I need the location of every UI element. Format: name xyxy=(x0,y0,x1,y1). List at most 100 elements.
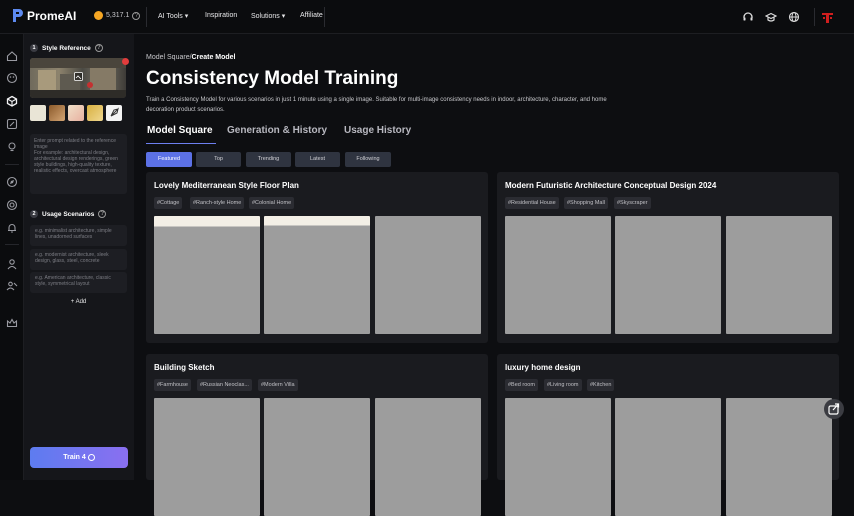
crown-icon[interactable] xyxy=(6,317,18,329)
step-number: 1 xyxy=(30,44,38,52)
model-tag[interactable]: #Shopping Mall xyxy=(564,197,608,209)
add-scenario-button[interactable]: + Add xyxy=(30,294,127,310)
model-card[interactable]: luxury home design #Bed room #Living roo… xyxy=(497,354,839,516)
headset-icon[interactable] xyxy=(742,11,754,23)
usage-scenarios-title: Usage Scenarios xyxy=(42,210,95,218)
divider xyxy=(814,8,815,26)
model-card[interactable]: Lovely Mediterranean Style Floor Plan #C… xyxy=(146,172,488,343)
model-tag[interactable]: #Ranch-style Home xyxy=(190,197,245,209)
model-preview-image[interactable] xyxy=(726,216,832,334)
filter-trending[interactable]: Trending xyxy=(246,152,291,167)
model-card[interactable]: Modern Futuristic Architecture Conceptua… xyxy=(497,172,839,343)
scenario-input[interactable]: e.g. modernist architecture, sleek desig… xyxy=(30,249,127,270)
filter-latest[interactable]: Latest xyxy=(295,152,340,167)
page-description: Train a Consistency Model for various sc… xyxy=(146,97,607,113)
filter-featured[interactable]: Featured xyxy=(146,152,192,167)
breadcrumb: Model Square/Create Model xyxy=(146,54,236,61)
lightbulb-icon[interactable] xyxy=(6,141,18,153)
image-edit-icon[interactable] xyxy=(6,118,18,130)
model-tag[interactable]: #Living room xyxy=(544,379,582,391)
bell-icon[interactable] xyxy=(6,222,18,234)
help-icon[interactable]: ? xyxy=(98,210,107,218)
model-preview-image[interactable] xyxy=(726,398,832,516)
model-preview-image[interactable] xyxy=(264,216,370,334)
compass-icon[interactable] xyxy=(6,176,18,188)
scenario-input[interactable]: e.g. minimalist architecture, simple lin… xyxy=(30,225,127,246)
filter-following[interactable]: Following xyxy=(345,152,391,167)
style-reference-title: Style Reference xyxy=(42,44,91,52)
model-preview-image[interactable] xyxy=(505,398,611,516)
coin-icon xyxy=(87,453,95,461)
model-tag[interactable]: #Farmhouse xyxy=(154,379,191,391)
model-preview-image[interactable] xyxy=(154,398,260,516)
share-button[interactable] xyxy=(824,399,844,419)
tab-generation-history[interactable]: Generation & History xyxy=(227,125,327,136)
help-icon[interactable]: ? xyxy=(132,11,141,20)
scenario-input[interactable]: e.g. American architecture, classic styl… xyxy=(30,272,127,293)
icon-rail xyxy=(0,34,24,480)
breadcrumb-parent[interactable]: Model Square xyxy=(146,54,190,61)
model-tag[interactable]: #Skyscraper xyxy=(614,197,651,209)
rocket-icon xyxy=(110,107,119,117)
style-thumbnail[interactable] xyxy=(49,105,65,121)
model-tag[interactable]: #Russian Neoclas... xyxy=(197,379,252,391)
share-icon xyxy=(828,403,840,415)
nav-solutions[interactable]: Solutions ▾ xyxy=(251,12,285,20)
users-icon[interactable] xyxy=(6,280,18,292)
cube-icon[interactable] xyxy=(6,95,18,107)
user-avatar-icon[interactable] xyxy=(821,11,834,24)
nav-affiliate[interactable]: Affiliate xyxy=(300,12,323,19)
app-name: PromeAI xyxy=(27,8,77,23)
nav-inspiration[interactable]: Inspiration xyxy=(205,12,237,19)
active-tab-indicator xyxy=(146,143,216,144)
model-preview-image[interactable] xyxy=(375,398,481,516)
model-card[interactable]: Building Sketch #Farmhouse #Russian Neoc… xyxy=(146,354,488,516)
remove-image-icon[interactable] xyxy=(122,58,129,65)
model-tag[interactable]: #Bed room xyxy=(505,379,538,391)
model-tag[interactable]: #Colonial Home xyxy=(249,197,295,209)
model-tag[interactable]: #Residential House xyxy=(505,197,559,209)
page-title: Consistency Model Training xyxy=(146,68,399,89)
model-tag[interactable]: #Kitchen xyxy=(587,379,615,391)
graduation-cap-icon[interactable] xyxy=(765,11,777,23)
style-thumbnail[interactable] xyxy=(106,105,122,121)
model-preview-image[interactable] xyxy=(375,216,481,334)
divider xyxy=(5,244,19,245)
style-thumbnail[interactable] xyxy=(87,105,103,121)
model-card-title: luxury home design xyxy=(505,363,581,372)
home-icon[interactable] xyxy=(6,50,18,62)
divider xyxy=(324,7,325,27)
replace-image-icon[interactable] xyxy=(74,72,83,81)
train-button[interactable]: Train 4 xyxy=(30,447,128,468)
style-thumbnail[interactable] xyxy=(68,105,84,121)
model-tag[interactable]: #Modern Villa xyxy=(258,379,298,391)
tab-usage-history[interactable]: Usage History xyxy=(344,125,411,136)
style-reference-header: 1 Style Reference ? xyxy=(30,44,103,52)
logo[interactable]: PromeAI xyxy=(12,8,76,23)
credits-value: 5,317.1 xyxy=(106,12,130,19)
nav-ai-tools[interactable]: AI Tools ▾ xyxy=(158,12,188,20)
globe-icon[interactable] xyxy=(788,11,800,23)
person-icon[interactable] xyxy=(6,258,18,270)
credits-balance[interactable]: 5,317.1 ? xyxy=(94,11,141,20)
top-bar: PromeAI 5,317.1 ? AI Tools ▾ Inspiration… xyxy=(0,0,854,34)
breadcrumb-current: Create Model xyxy=(191,54,236,61)
model-preview-image[interactable] xyxy=(615,216,721,334)
model-card-title: Building Sketch xyxy=(154,363,215,372)
promeai-logo-icon xyxy=(13,9,23,22)
style-reference-image[interactable] xyxy=(30,58,126,98)
usage-scenarios-header: 2 Usage Scenarios ? xyxy=(30,210,107,218)
help-icon[interactable]: ? xyxy=(94,44,103,52)
filter-top[interactable]: Top xyxy=(196,152,241,167)
model-preview-image[interactable] xyxy=(154,216,260,334)
model-preview-image[interactable] xyxy=(264,398,370,516)
tab-model-square[interactable]: Model Square xyxy=(147,125,213,136)
prompt-input[interactable]: Enter prompt related to the reference im… xyxy=(30,134,127,194)
palette-icon[interactable] xyxy=(6,72,18,84)
model-preview-image[interactable] xyxy=(505,216,611,334)
model-preview-image[interactable] xyxy=(615,398,721,516)
style-thumbnail[interactable] xyxy=(30,105,46,121)
coin-icon xyxy=(94,11,103,20)
model-tag[interactable]: #Cottage xyxy=(154,197,183,209)
target-icon[interactable] xyxy=(6,199,18,211)
